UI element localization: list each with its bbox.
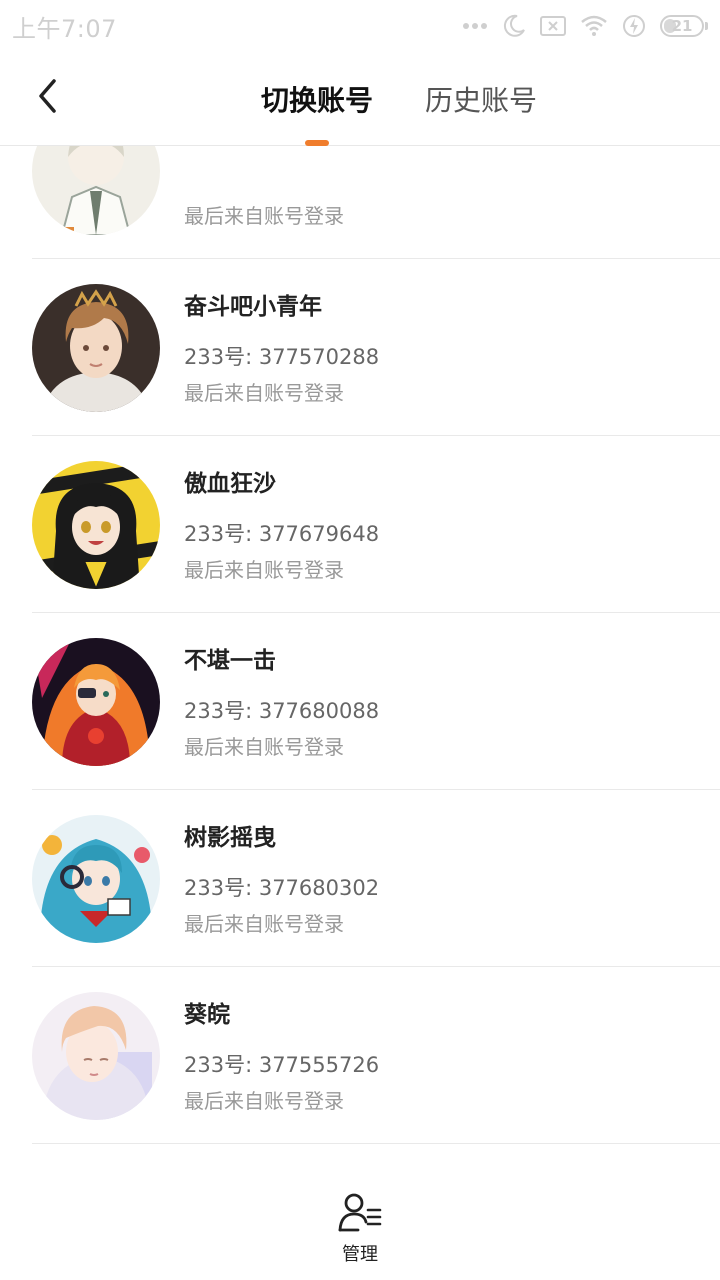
user-list-icon [338, 1192, 382, 1236]
account-login-note: 最后来自账号登录 [184, 204, 344, 228]
avatar [32, 284, 160, 412]
account-id: 233号: 377680088 [184, 699, 380, 723]
wifi-icon [580, 15, 608, 37]
tab-bar: 切换账号 历史账号 [0, 52, 720, 146]
bottom-bar: 管理 [0, 1168, 720, 1280]
account-id: 233号: 377555726 [184, 1053, 380, 1077]
avatar [32, 146, 160, 235]
account-row[interactable]: 不堪一击 233号: 377680088 最后来自账号登录 [32, 613, 720, 790]
battery-level: 21 [671, 17, 693, 35]
account-login-note: 最后来自账号登录 [184, 558, 344, 582]
status-time: 上午7:07 [12, 14, 117, 43]
account-login-note: 最后来自账号登录 [184, 735, 344, 759]
account-login-note: 最后来自账号登录 [184, 381, 344, 405]
avatar [32, 638, 160, 766]
account-name: 奋斗吧小青年 [184, 294, 322, 320]
account-row[interactable]: 奋斗吧小青年 233号: 377570288 最后来自账号登录 [32, 259, 720, 436]
add-account-row[interactable]: + [32, 1144, 720, 1168]
account-login-note: 最后来自账号登录 [184, 912, 344, 936]
tab-switch-account[interactable]: 切换账号 [259, 52, 375, 146]
sim-off-icon [540, 15, 566, 37]
account-name: 不堪一击 [184, 648, 276, 674]
account-id: 233号: 377679648 [184, 522, 380, 546]
account-name: 葵皖 [184, 1002, 230, 1028]
battery-icon: 21 [660, 15, 708, 37]
account-row[interactable]: 最后来自账号登录 [32, 146, 720, 259]
chevron-left-icon [36, 78, 60, 118]
more-dots-icon [462, 21, 488, 31]
back-button[interactable] [28, 74, 68, 122]
tab-history-account[interactable]: 历史账号 [423, 52, 539, 146]
avatar [32, 461, 160, 589]
avatar [32, 992, 160, 1120]
tab-history-account-label: 历史账号 [425, 84, 538, 117]
tab-switch-account-label: 切换账号 [260, 84, 373, 117]
account-row[interactable]: 葵皖 233号: 377555726 最后来自账号登录 [32, 967, 720, 1144]
charging-icon [622, 14, 646, 38]
account-row[interactable]: 树影摇曳 233号: 377680302 最后来自账号登录 [32, 790, 720, 967]
account-row[interactable]: 傲血狂沙 233号: 377679648 最后来自账号登录 [32, 436, 720, 613]
manage-button[interactable]: 管理 [338, 1168, 382, 1280]
manage-label: 管理 [342, 1244, 378, 1265]
account-id: 233号: 377570288 [184, 345, 380, 369]
moon-icon [502, 14, 526, 38]
account-name: 树影摇曳 [184, 825, 276, 851]
status-bar: 上午7:07 21 [0, 0, 720, 52]
avatar [32, 815, 160, 943]
account-id: 233号: 377680302 [184, 876, 380, 900]
account-login-note: 最后来自账号登录 [184, 1089, 344, 1113]
status-icons: 21 [462, 14, 708, 38]
tab-active-indicator [304, 140, 329, 146]
account-list[interactable]: 最后来自账号登录 奋斗吧小青年 233号: 377570288 最后来自账号登录 [0, 146, 720, 1168]
account-name: 傲血狂沙 [184, 471, 276, 497]
header: 切换账号 历史账号 [0, 52, 720, 146]
